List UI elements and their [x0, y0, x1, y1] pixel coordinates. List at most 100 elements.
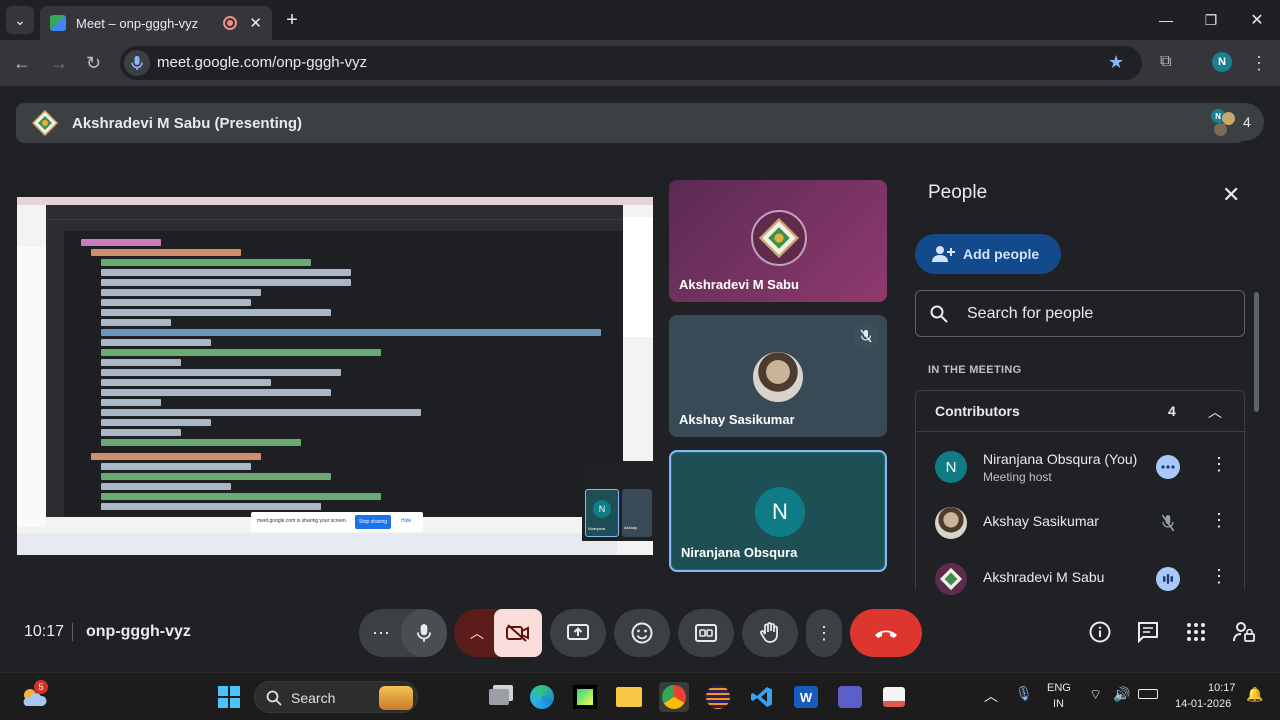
- language-indicator[interactable]: ENG: [1047, 682, 1071, 694]
- section-label: IN THE MEETING: [928, 364, 1022, 376]
- participant-tile[interactable]: Akshay Sasikumar: [669, 315, 887, 437]
- recording-icon: [223, 16, 238, 30]
- speaking-indicator-icon: [1156, 455, 1180, 479]
- chevron-up-icon[interactable]: ︿: [1208, 402, 1222, 422]
- code-line: [101, 339, 211, 346]
- audio-level-icon: [1156, 567, 1180, 591]
- more-options-icon[interactable]: ⋮: [1210, 510, 1228, 531]
- tab-search-button[interactable]: ⌄: [6, 6, 34, 34]
- tab-title: Meet – onp-gggh-vyz: [76, 15, 199, 31]
- close-window-button[interactable]: ✕: [1243, 6, 1271, 34]
- taskbar-search[interactable]: Search: [254, 681, 418, 713]
- restore-button[interactable]: ❐: [1197, 6, 1225, 34]
- browser-tab[interactable]: Meet – onp-gggh-vyz ✕: [40, 6, 272, 40]
- participant-row[interactable]: N Niranjana Obsqura (You) Meeting host ⋮: [916, 439, 1246, 495]
- meeting-details-button[interactable]: [1088, 620, 1112, 644]
- participant-row[interactable]: Akshay Sasikumar ⋮: [916, 495, 1246, 551]
- participant-tile-self[interactable]: N Niranjana Obsqura: [669, 450, 887, 572]
- reload-icon[interactable]: ↻: [86, 53, 101, 74]
- back-arrow-icon[interactable]: ←: [13, 53, 31, 74]
- more-options-icon[interactable]: ⋮: [1210, 566, 1228, 587]
- address-bar[interactable]: meet.google.com/onp-gggh-vyz ★: [120, 46, 1142, 80]
- taskbar-date[interactable]: 14-01-2026: [1175, 698, 1231, 710]
- more-options-button[interactable]: ⋮: [806, 609, 842, 657]
- new-tab-button[interactable]: +: [278, 6, 306, 34]
- minimize-icon: —: [1159, 12, 1173, 28]
- code-line: [101, 329, 601, 336]
- windows-taskbar: 5 Search W ︿ 🎙 ENG IN ⌔ 🔊 10:17 14-01-20…: [0, 672, 1280, 720]
- host-controls-button[interactable]: [1232, 620, 1256, 644]
- add-people-label: Add people: [963, 246, 1040, 262]
- chat-button[interactable]: [1136, 620, 1160, 644]
- mic-in-use-icon[interactable]: [124, 50, 150, 76]
- code-line: [91, 453, 261, 460]
- code-line: [101, 269, 351, 276]
- file-explorer-app[interactable]: [614, 682, 644, 712]
- participant-row[interactable]: Akshradevi M Sabu ⋮: [916, 551, 1246, 607]
- tab-close-icon[interactable]: ✕: [249, 14, 262, 32]
- add-people-button[interactable]: Add people: [915, 234, 1061, 274]
- stop-sharing-button[interactable]: Stop sharing: [355, 515, 391, 529]
- mic-button[interactable]: [401, 609, 447, 657]
- app-icon-extra[interactable]: [879, 682, 909, 712]
- raise-hand-button[interactable]: [742, 609, 798, 657]
- search-highlight-icon: [379, 686, 413, 710]
- profile-avatar[interactable]: N: [1212, 52, 1232, 72]
- weather-widget[interactable]: 5: [18, 680, 50, 712]
- participant-tile[interactable]: Akshradevi M Sabu: [669, 180, 887, 302]
- leave-call-button[interactable]: [850, 609, 922, 657]
- minimize-button[interactable]: —: [1152, 6, 1180, 34]
- present-screen-button[interactable]: [550, 609, 606, 657]
- camera-off-icon: [506, 624, 529, 642]
- kebab-menu-icon[interactable]: ⋮: [1250, 53, 1268, 74]
- mic-tray-icon[interactable]: 🎙: [1015, 685, 1033, 702]
- word-app[interactable]: W: [791, 682, 821, 712]
- teams-icon: [838, 686, 862, 708]
- task-view-button[interactable]: [484, 682, 514, 712]
- reactions-button[interactable]: [614, 609, 670, 657]
- wifi-icon[interactable]: ⌔: [1089, 686, 1102, 704]
- presenting-banner: Akshradevi M Sabu (Presenting): [16, 103, 1245, 143]
- participants-pill[interactable]: N 4: [1204, 103, 1264, 141]
- vscode-app[interactable]: [747, 682, 777, 712]
- participant-name: Akshay Sasikumar: [983, 513, 1099, 529]
- code-line: [101, 359, 181, 366]
- close-panel-icon[interactable]: ✕: [1222, 182, 1240, 208]
- edge-app[interactable]: [527, 682, 557, 712]
- more-options-icon[interactable]: ⋮: [1210, 454, 1228, 475]
- taskbar-time[interactable]: 10:17: [1208, 682, 1236, 694]
- pycharm-app[interactable]: [570, 682, 600, 712]
- code-line: [81, 239, 161, 246]
- camera-off-button[interactable]: [494, 609, 542, 657]
- shared-screen[interactable]: meet.google.com is sharing your screen. …: [17, 197, 653, 555]
- search-icon: [266, 690, 282, 706]
- extensions-icon[interactable]: ⧉: [1160, 53, 1171, 71]
- teams-app[interactable]: [835, 682, 865, 712]
- captions-button[interactable]: [678, 609, 734, 657]
- chevron-up-icon[interactable]: ︿: [984, 686, 998, 706]
- eclipse-icon: [706, 685, 730, 709]
- close-icon: ✕: [1250, 12, 1264, 29]
- chrome-app[interactable]: [659, 682, 689, 712]
- panel-title: People: [928, 182, 988, 203]
- shared-page-edge: [623, 217, 653, 337]
- avatar: [935, 507, 967, 539]
- hand-icon: [760, 622, 778, 643]
- volume-icon[interactable]: 🔊: [1113, 686, 1130, 703]
- windows-logo-icon: [218, 686, 240, 708]
- start-button[interactable]: [214, 682, 244, 712]
- bookmark-star-icon[interactable]: ★: [1108, 52, 1124, 73]
- stop-sharing-label: Stop sharing: [359, 519, 388, 525]
- notifications-bell-icon[interactable]: 🔔: [1246, 686, 1263, 703]
- browser-tab-strip: ⌄ Meet – onp-gggh-vyz ✕ + — ❐ ✕: [0, 0, 1280, 40]
- code-line: [101, 379, 271, 386]
- participant-name: Akshradevi M Sabu: [679, 277, 799, 292]
- activities-button[interactable]: [1184, 620, 1208, 644]
- eclipse-app[interactable]: [703, 682, 733, 712]
- captions-icon: [695, 624, 717, 642]
- battery-icon[interactable]: [1138, 689, 1158, 699]
- panel-scrollbar[interactable]: [1254, 292, 1259, 412]
- hide-link[interactable]: Hide: [401, 518, 411, 524]
- search-people-input[interactable]: Search for people: [915, 290, 1245, 337]
- forward-arrow-icon[interactable]: →: [50, 53, 68, 74]
